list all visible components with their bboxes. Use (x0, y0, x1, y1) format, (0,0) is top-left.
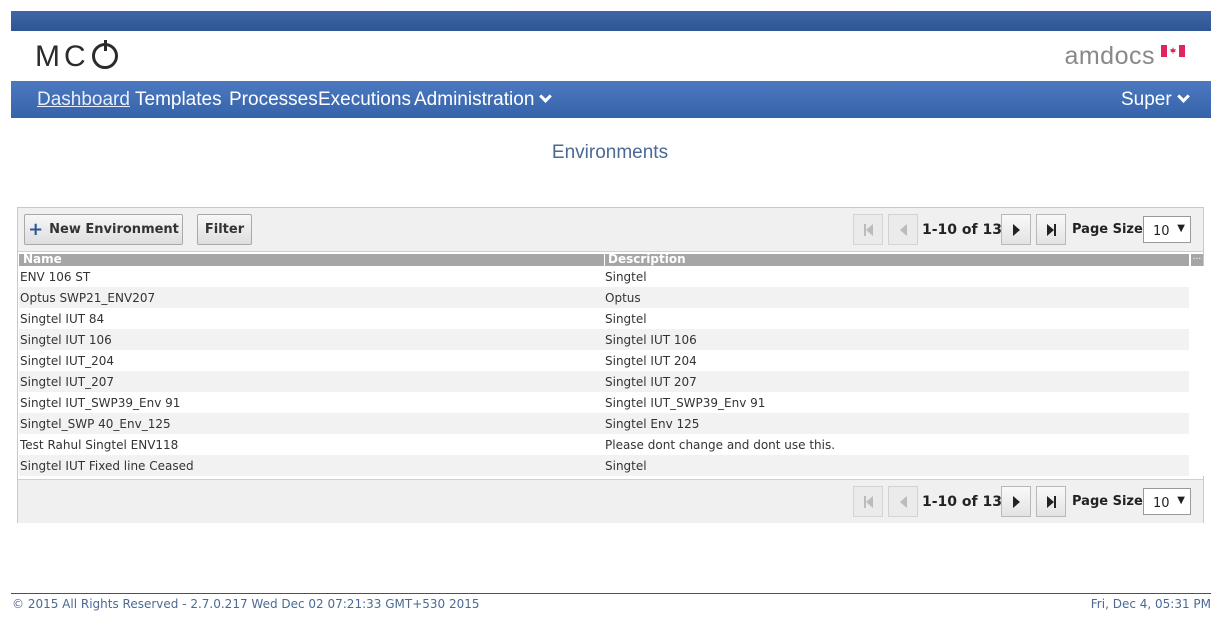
last-page-button-bottom[interactable] (1036, 486, 1066, 517)
footer-datetime: Fri, Dec 4, 05:31 PM (1090, 597, 1211, 611)
mco-logo[interactable]: MC (35, 40, 118, 74)
table-row[interactable]: Singtel IUT_204 Singtel IUT 204 (19, 350, 1189, 371)
user-menu[interactable]: Super (1121, 89, 1190, 111)
nav-administration[interactable]: Administration (414, 89, 553, 111)
footer-copyright: © 2015 All Rights Reserved - 2.7.0.217 W… (12, 597, 480, 611)
prev-icon (899, 223, 907, 236)
cell-description: Singtel Env 125 (605, 417, 700, 431)
column-header-name[interactable]: Name (23, 252, 62, 266)
footer-divider (11, 593, 1211, 594)
header: MC amdocs (11, 31, 1211, 81)
cell-name: Singtel IUT 106 (20, 333, 112, 347)
cell-description: Singtel IUT 207 (605, 375, 697, 389)
column-menu-icon[interactable]: ... (1191, 253, 1203, 266)
first-page-button-bottom[interactable] (853, 486, 883, 517)
last-page-icon (1046, 223, 1054, 236)
main-nav: Dashboard Templates Processes Executions… (11, 81, 1211, 118)
table-row[interactable]: Singtel IUT Fixed line Ceased Singtel (19, 455, 1189, 476)
nav-executions[interactable]: Executions (318, 89, 411, 111)
table-row[interactable]: Singtel IUT_207 Singtel IUT 207 (19, 371, 1189, 392)
cell-name: Singtel IUT Fixed line Ceased (20, 459, 194, 473)
amdocs-logo: amdocs (1064, 42, 1155, 70)
nav-dashboard[interactable]: Dashboard (37, 89, 130, 111)
cell-description: Singtel (605, 459, 647, 473)
new-environment-button[interactable]: + New Environment (24, 214, 183, 245)
next-page-button-bottom[interactable] (1001, 486, 1031, 517)
table-row[interactable]: Singtel IUT_SWP39_Env 91 Singtel IUT_SWP3… (19, 392, 1189, 413)
cell-name: Singtel IUT_207 (20, 375, 114, 389)
grid-scroll-area (1190, 266, 1204, 476)
prev-icon (899, 495, 907, 508)
environments-panel: + New Environment Filter 1-10 of 13 Page … (17, 207, 1204, 523)
cell-name: Singtel IUT_204 (20, 354, 114, 368)
nav-administration-label: Administration (414, 89, 535, 110)
prev-page-button-bottom[interactable] (888, 486, 918, 517)
chevron-down-icon (539, 90, 553, 103)
prev-page-button[interactable] (888, 214, 918, 245)
last-page-button[interactable] (1036, 214, 1066, 245)
table-row[interactable]: ENV 106 ST Singtel (19, 266, 1189, 287)
table-row[interactable]: Test Rahul Singtel ENV118 Please dont cha… (19, 434, 1189, 455)
page-size-select[interactable]: 10 (1143, 216, 1191, 243)
table-row[interactable]: Optus SWP21_ENV207 Optus (19, 287, 1189, 308)
nav-templates[interactable]: Templates (135, 89, 222, 111)
page-size-select-bottom[interactable]: 10 (1143, 488, 1191, 515)
user-name: Super (1121, 89, 1172, 110)
table-row[interactable]: Singtel IUT 106 Singtel IUT 106 (19, 329, 1189, 350)
plus-icon: + (28, 218, 44, 240)
page-title: Environments (551, 142, 669, 163)
table-row[interactable]: Singtel IUT 84 Singtel (19, 308, 1189, 329)
cell-name: Singtel_SWP 40_Env_125 (20, 417, 171, 431)
page-size-label-bottom: Page Size: (1072, 494, 1149, 509)
new-environment-label: New Environment (49, 222, 179, 237)
grid-header: Name Description (19, 252, 1189, 266)
nav-processes[interactable]: Processes (229, 89, 318, 111)
cell-description: Singtel IUT 204 (605, 354, 697, 368)
filter-button[interactable]: Filter (197, 214, 252, 245)
cell-name: Singtel IUT_SWP39_Env 91 (20, 396, 181, 410)
top-accent-bar (11, 11, 1211, 31)
page-size-label: Page Size: (1072, 222, 1149, 237)
cell-description: Singtel (605, 312, 647, 326)
cell-description: Singtel IUT 106 (605, 333, 697, 347)
next-icon (1012, 495, 1020, 508)
page-info-bottom: 1-10 of 13 (922, 494, 1002, 510)
last-page-icon (1046, 495, 1054, 508)
page-info: 1-10 of 13 (922, 222, 1002, 238)
first-page-button[interactable] (853, 214, 883, 245)
chevron-down-icon (1176, 90, 1190, 103)
next-page-button[interactable] (1001, 214, 1031, 245)
cell-name: Test Rahul Singtel ENV118 (20, 438, 179, 452)
column-header-description[interactable]: Description (608, 252, 686, 266)
cell-name: Singtel IUT 84 (20, 312, 105, 326)
environments-grid: Name Description ... ENV 106 ST Singtel Op… (19, 252, 1204, 477)
canada-flag-icon (1161, 45, 1185, 57)
table-row[interactable]: Singtel_SWP 40_Env_125 Singtel Env 125 (19, 413, 1189, 434)
top-toolbar: + New Environment Filter 1-10 of 13 Page … (18, 208, 1203, 252)
cell-description: Singtel IUT_SWP39_Env 91 (605, 396, 766, 410)
next-icon (1012, 223, 1020, 236)
cell-name: Optus SWP21_ENV207 (20, 291, 156, 305)
cell-description: Optus (605, 291, 641, 305)
cell-description: Singtel (605, 270, 647, 284)
cell-name: ENV 106 ST (20, 270, 91, 284)
power-o-icon (91, 40, 118, 69)
cell-description: Please dont change and dont use this. (605, 438, 836, 452)
bottom-toolbar: 1-10 of 13 Page Size: 10 (18, 479, 1203, 523)
